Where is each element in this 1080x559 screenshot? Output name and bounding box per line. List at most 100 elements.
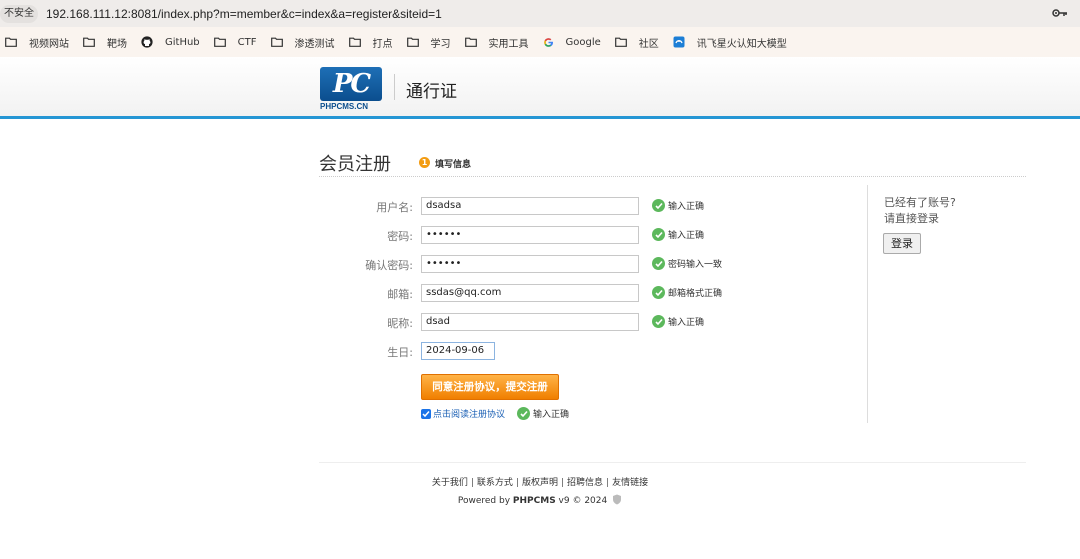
folder-icon	[348, 37, 367, 47]
bookmark-0[interactable]: 视频网站	[5, 27, 69, 57]
phpcms-logo[interactable]: PC PHPCMS.CN	[320, 67, 382, 111]
step-badge: 1	[419, 157, 430, 168]
bookmark-label: 渗透测试	[294, 38, 335, 50]
check-icon	[652, 257, 665, 270]
folder-icon	[464, 37, 483, 47]
form-row-password: 密码: •••••• 输入正确	[319, 225, 859, 245]
birthday-input[interactable]: 2024-09-06	[421, 342, 495, 360]
bookmark-label: 学习	[430, 38, 451, 50]
email-status: 邮箱格式正确	[652, 286, 722, 299]
spark-icon	[673, 36, 691, 48]
bookmark-label: GitHub	[165, 36, 200, 48]
bookmark-label: 打点	[372, 38, 393, 50]
github-icon	[141, 36, 159, 48]
bookmark-label: 实用工具	[488, 38, 529, 50]
status-text: 输入正确	[668, 202, 705, 212]
url-text[interactable]: 192.168.111.12:8081/index.php?m=member&c…	[46, 7, 442, 21]
bookmark-label: 靶场	[107, 38, 127, 50]
footer-separator: |	[470, 478, 474, 488]
passport-title: 通行证	[406, 82, 457, 102]
footer-divider	[319, 462, 1026, 463]
password-label: 密码:	[387, 230, 413, 243]
form-row-username: 用户名: dsadsa 输入正确	[319, 196, 859, 216]
footer-separator: |	[515, 478, 519, 488]
bookmark-label: 视频网站	[29, 38, 69, 50]
powered-by: Powered by PHPCMS v9 © 2024	[0, 494, 1080, 506]
bookmark-5[interactable]: 打点	[348, 27, 393, 57]
confirm-password-input[interactable]: ••••••	[421, 255, 639, 273]
key-icon[interactable]	[1052, 7, 1068, 19]
bookmark-4[interactable]: 渗透测试	[270, 27, 335, 57]
agreement-status: 输入正确	[517, 407, 569, 420]
form-row-confirm-password: 确认密码: •••••• 密码输入一致	[319, 254, 859, 274]
email-input[interactable]: ssdas@qq.com	[421, 284, 639, 302]
footer-link[interactable]: 友情链接	[612, 478, 648, 488]
status-text: 输入正确	[668, 318, 705, 328]
check-icon	[652, 286, 665, 299]
email-label: 邮箱:	[387, 288, 413, 301]
google-icon	[543, 37, 560, 48]
login-button[interactable]: 登录	[883, 233, 921, 254]
agreement-link[interactable]: 点击阅读注册协议	[433, 407, 505, 420]
status-text: 邮箱格式正确	[668, 289, 723, 299]
have-account-text: 已经有了账号?	[884, 196, 956, 209]
powered-suffix: v9 © 2024	[555, 496, 608, 506]
password-input[interactable]: ••••••	[421, 226, 639, 244]
bookmark-label: Google	[565, 36, 601, 48]
check-icon	[652, 228, 665, 241]
bookmark-2[interactable]: GitHub	[141, 27, 200, 57]
status-text: 密码输入一致	[668, 260, 723, 270]
check-icon	[652, 315, 665, 328]
bookmark-7[interactable]: 实用工具	[464, 27, 529, 57]
login-directly-text: 请直接登录	[884, 212, 939, 225]
logo-text: PHPCMS.CN	[320, 102, 369, 111]
folder-icon	[614, 37, 633, 47]
bookmark-label: CTF	[237, 36, 257, 48]
footer-separator: |	[561, 478, 565, 488]
title-divider	[319, 176, 1026, 177]
logo-mark: PC	[320, 67, 382, 101]
password-status: 输入正确	[652, 228, 704, 241]
bookmark-label: 社区	[638, 38, 659, 50]
footer-link[interactable]: 联系方式	[477, 478, 513, 488]
footer-link[interactable]: 关于我们	[432, 478, 468, 488]
bookmarks-bar: 视频网站 靶场 GitHub CTF 渗透测试 打点 学习 实用工具 Google 社区 讯飞星火认…	[0, 27, 1080, 57]
nickname-label: 昵称:	[387, 317, 413, 330]
footer-separator: |	[606, 478, 610, 488]
bookmark-8[interactable]: Google	[543, 27, 601, 57]
insecure-badge[interactable]: 不安全	[0, 4, 38, 23]
powered-prefix: Powered by	[457, 496, 513, 506]
shield-icon	[613, 494, 622, 505]
address-bar: 不安全 192.168.111.12:8081/index.php?m=memb…	[0, 0, 1080, 27]
folder-icon	[406, 37, 425, 47]
nickname-status: 输入正确	[652, 315, 704, 328]
check-icon	[652, 199, 665, 212]
bookmark-10[interactable]: 讯飞星火认知大模型	[673, 27, 787, 57]
agreement-row: 点击阅读注册协议	[421, 407, 505, 420]
footer-links: 关于我们 | 联系方式 | 版权声明 | 招聘信息 | 友情链接	[0, 475, 1080, 488]
agree-checkbox[interactable]	[421, 408, 431, 419]
confirm-password-label: 确认密码:	[365, 259, 413, 272]
bookmark-9[interactable]: 社区	[614, 27, 659, 57]
submit-register-button[interactable]: 同意注册协议，提交注册	[421, 374, 559, 400]
footer-link[interactable]: 版权声明	[522, 478, 558, 488]
nickname-input[interactable]: dsad	[421, 313, 639, 331]
form-row-email: 邮箱: ssdas@qq.com 邮箱格式正确	[319, 283, 859, 303]
folder-icon	[270, 37, 289, 47]
username-input[interactable]: dsadsa	[421, 197, 639, 215]
site-header: PC PHPCMS.CN 通行证	[0, 57, 1080, 119]
bookmark-6[interactable]: 学习	[406, 27, 451, 57]
form-row-nickname: 昵称: dsad 输入正确	[319, 312, 859, 332]
confirm-password-status: 密码输入一致	[652, 257, 722, 270]
folder-icon	[83, 37, 101, 47]
username-label: 用户名:	[376, 201, 413, 214]
bookmark-label: 讯飞星火认知大模型	[696, 38, 787, 50]
username-status: 输入正确	[652, 199, 704, 212]
powered-brand[interactable]: PHPCMS	[513, 496, 556, 506]
bookmark-3[interactable]: CTF	[213, 27, 257, 57]
status-text: 输入正确	[533, 410, 570, 420]
footer-link[interactable]: 招聘信息	[567, 478, 603, 488]
status-text: 输入正确	[668, 231, 705, 241]
check-icon	[517, 407, 530, 420]
bookmark-1[interactable]: 靶场	[83, 27, 127, 57]
